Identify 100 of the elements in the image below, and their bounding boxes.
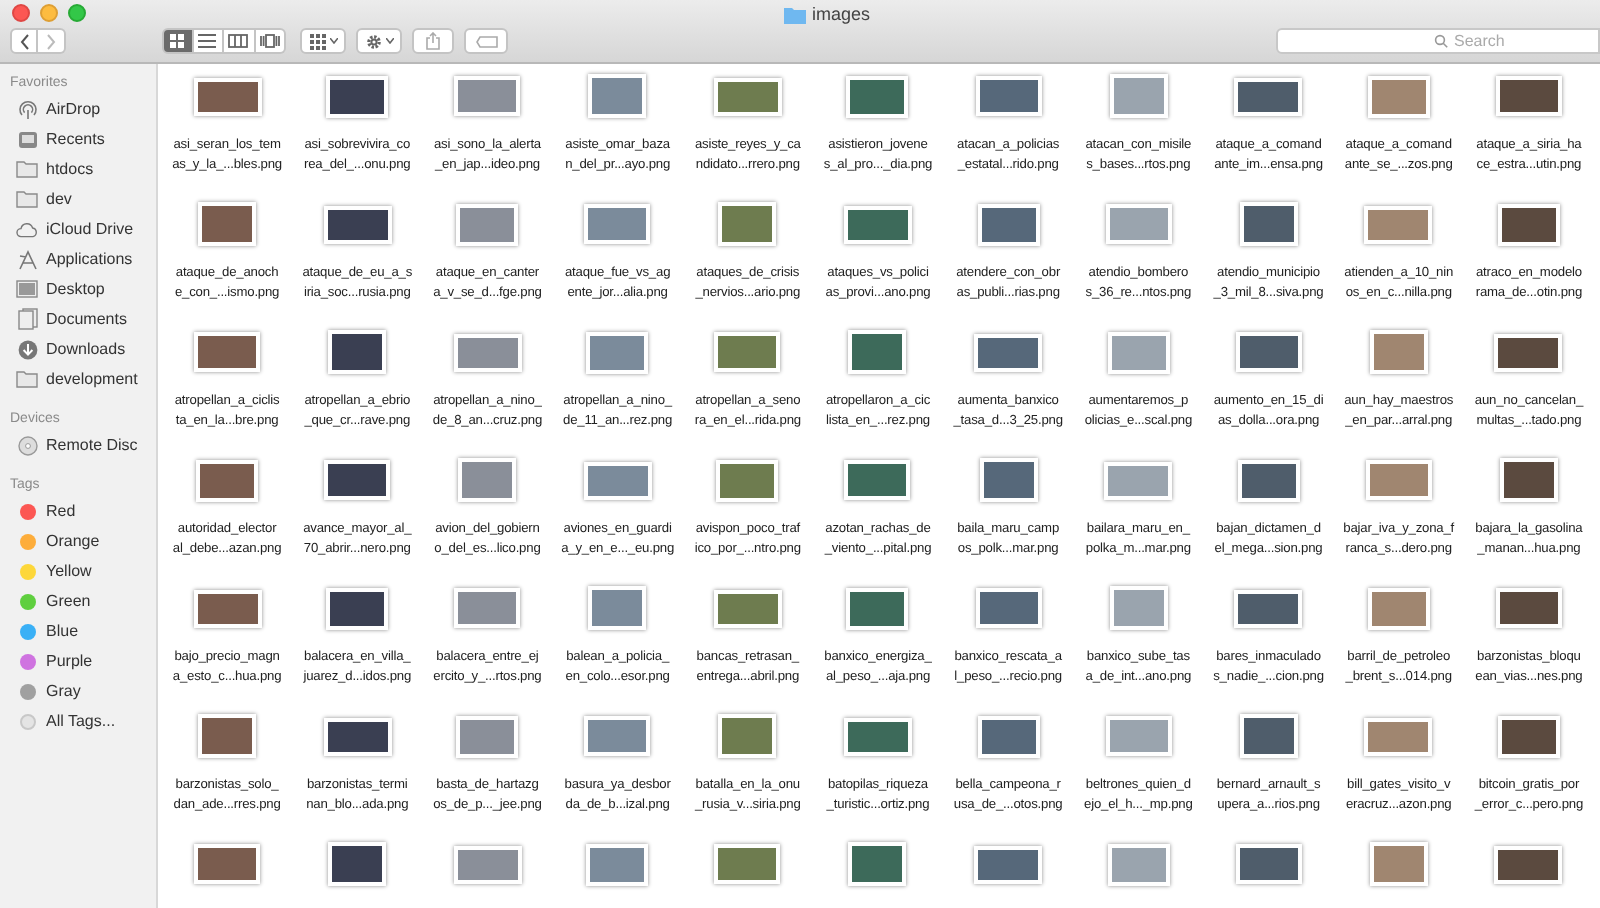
photo-placeholder[interactable] (1499, 458, 1558, 502)
photo-placeholder[interactable] (843, 717, 912, 755)
sidebar-item[interactable]: All Tags... (46, 709, 116, 733)
photo-placeholder[interactable] (846, 587, 909, 629)
photo-placeholder[interactable] (193, 77, 262, 115)
sidebar-item[interactable]: Red (46, 499, 76, 523)
window-title: images (812, 2, 871, 28)
photo-placeholder[interactable] (844, 460, 911, 500)
photo-placeholder[interactable] (198, 202, 257, 246)
photo-placeholder[interactable] (1235, 844, 1302, 884)
list-view-icon (198, 34, 217, 48)
photo-placeholder[interactable] (846, 75, 909, 117)
photo-placeholder[interactable] (323, 205, 392, 243)
photo-placeholder[interactable] (716, 459, 779, 501)
view-mode-button[interactable] (193, 28, 224, 54)
applications-icon (17, 249, 37, 269)
back-button[interactable] (10, 28, 38, 54)
photo-placeholder[interactable] (198, 714, 257, 758)
sidebar-item[interactable]: iCloud Drive (46, 217, 134, 241)
cloud-icon (16, 221, 38, 237)
search-field[interactable]: Search (1276, 28, 1600, 54)
share-icon (426, 32, 440, 50)
icon-view-icon (170, 34, 185, 48)
airdrop-icon (17, 99, 37, 119)
photo-placeholder[interactable] (324, 460, 391, 500)
photo-placeholder[interactable] (1495, 588, 1562, 628)
sidebar-item[interactable]: htdocs (46, 157, 94, 181)
view-mode-button[interactable] (162, 28, 193, 54)
caret-icon (329, 38, 337, 44)
photo-placeholder[interactable] (977, 203, 1040, 245)
photo-placeholder[interactable] (848, 842, 907, 886)
photo-placeholder[interactable] (718, 714, 777, 758)
folder-icon (16, 370, 38, 388)
photo-placeholder[interactable] (194, 844, 261, 884)
view-mode-button[interactable] (224, 28, 255, 54)
photo-placeholder[interactable] (713, 589, 782, 627)
folder-icon (784, 6, 806, 25)
sidebar-item[interactable]: Recents (46, 127, 105, 151)
photo-placeholder[interactable] (1495, 76, 1562, 116)
sidebar-item[interactable]: Remote Disc (46, 433, 138, 457)
sidebar-item[interactable]: dev (46, 187, 72, 211)
photo-placeholder[interactable] (1235, 332, 1302, 372)
photo-placeholder[interactable] (1237, 459, 1300, 501)
desktop-icon (16, 280, 38, 298)
action-button[interactable] (356, 28, 402, 54)
photo-placeholder[interactable] (1497, 715, 1560, 757)
photo-placeholder[interactable] (1234, 589, 1303, 627)
photo-placeholder[interactable] (848, 330, 907, 374)
photo-placeholder[interactable] (323, 717, 392, 755)
photo-placeholder[interactable] (718, 202, 777, 246)
search-icon (1434, 34, 1448, 48)
arrange-button[interactable] (300, 28, 346, 54)
sidebar-item[interactable]: development (46, 367, 138, 391)
photo-placeholder[interactable] (196, 459, 259, 501)
photo-placeholder[interactable] (974, 333, 1043, 371)
photo-placeholder[interactable] (326, 587, 389, 629)
photo-placeholder[interactable] (714, 332, 781, 372)
photo-placeholder[interactable] (1494, 845, 1563, 883)
photo-placeholder[interactable] (1234, 77, 1303, 115)
disc-icon (17, 435, 37, 455)
photo-placeholder[interactable] (1239, 202, 1298, 246)
chevron-right-icon (46, 33, 56, 49)
folder-icon (16, 190, 38, 208)
caret-icon (385, 38, 393, 44)
sidebar-item[interactable]: AirDrop (46, 97, 101, 121)
view-mode-button[interactable] (255, 28, 286, 54)
photo-placeholder[interactable] (1497, 203, 1560, 245)
sidebar-item[interactable]: Documents (46, 307, 127, 331)
photo-placeholder[interactable] (843, 205, 912, 243)
tag-icon (475, 35, 497, 47)
photo-placeholder[interactable] (1494, 333, 1563, 371)
photo-placeholder[interactable] (326, 75, 389, 117)
cover-flow-view-icon (259, 34, 280, 48)
sidebar-item[interactable]: Blue (46, 619, 79, 643)
sidebar-item[interactable]: Purple (46, 649, 93, 673)
photo-placeholder[interactable] (328, 842, 387, 886)
photo-placeholder[interactable] (328, 330, 387, 374)
photo-placeholder[interactable] (977, 715, 1040, 757)
sidebar-item[interactable]: Applications (46, 247, 133, 271)
close-button[interactable] (12, 4, 30, 22)
zoom-button[interactable] (68, 4, 86, 22)
sidebar-item[interactable]: Downloads (46, 337, 126, 361)
sidebar-item[interactable]: Yellow (46, 559, 92, 583)
photo-placeholder[interactable] (714, 844, 781, 884)
photo-placeholder[interactable] (194, 332, 261, 372)
sidebar-item[interactable]: Desktop (46, 277, 105, 301)
photo-placeholder[interactable] (193, 589, 262, 627)
photo-placeholder[interactable] (1239, 714, 1298, 758)
chevron-left-icon (19, 33, 29, 49)
document-icon (17, 308, 37, 330)
sidebar-item[interactable]: Gray (46, 679, 81, 703)
folder-icon (16, 160, 38, 178)
photo-placeholder[interactable] (713, 77, 782, 115)
photo-placeholder[interactable] (979, 458, 1038, 502)
photo-placeholder[interactable] (975, 588, 1042, 628)
photo-placeholder[interactable] (974, 845, 1043, 883)
sidebar-item[interactable]: Green (46, 589, 91, 613)
photo-placeholder[interactable] (975, 76, 1042, 116)
gear-icon (365, 33, 381, 49)
sidebar-item[interactable]: Orange (46, 529, 100, 553)
